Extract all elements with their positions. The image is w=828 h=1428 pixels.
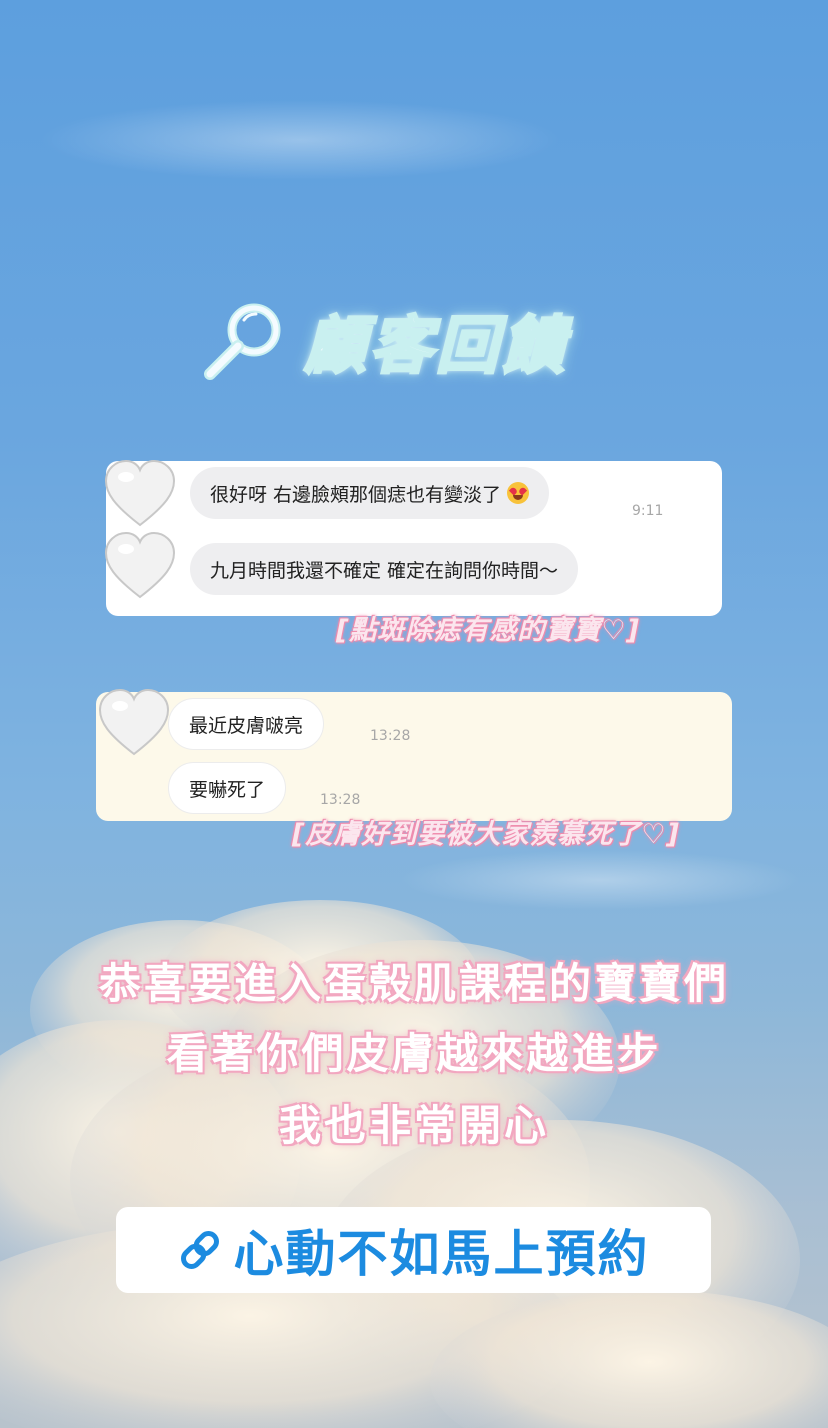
magnifier-icon: [204, 303, 281, 380]
white-heart-icon: [104, 531, 176, 599]
message-text: 九月時間我還不確定 確定在詢問你時間～: [210, 559, 559, 582]
congrats-line-2: 看著你們皮膚越來越進步: [166, 1029, 662, 1078]
message-bubble: 最近皮膚啵亮: [168, 698, 325, 750]
message-text: 很好呀 右邊臉頰那個痣也有變淡了: [210, 483, 502, 506]
chat-screenshot-2: 最近皮膚啵亮 13:28 要嚇死了 13:28: [96, 688, 732, 821]
message-time: 13:28: [320, 792, 361, 808]
message-time: 13:28: [370, 728, 411, 744]
booking-link-label: 心動不如馬上預約: [233, 1225, 650, 1283]
message-text: 最近皮膚啵亮: [189, 714, 304, 737]
page-title: 顧客回饋: [302, 308, 569, 384]
message-time: 9:11: [632, 503, 664, 519]
chat-screenshot-1: 很好呀 右邊臉頰那個痣也有變淡了 9:11 九月時間我還不確定 確定在詢問你時間…: [104, 459, 722, 616]
message-bubble: 要嚇死了: [168, 762, 287, 814]
message-bubble: 九月時間我還不確定 確定在詢問你時間～: [190, 543, 579, 595]
white-heart-icon: [98, 688, 170, 756]
booking-link-button[interactable]: 心動不如馬上預約: [116, 1207, 711, 1293]
caption-2: [皮膚好到要被大家羨慕死了♡]: [292, 819, 680, 850]
title-block: 顧客回饋: [200, 290, 640, 390]
white-heart-icon: [104, 459, 176, 527]
message-bubble: 很好呀 右邊臉頰那個痣也有變淡了: [190, 467, 550, 519]
caption-1: [點斑除痣有感的寶寶♡]: [336, 615, 640, 646]
congrats-line-3: 我也非常開心: [278, 1101, 549, 1150]
link-icon: [180, 1231, 219, 1269]
congrats-line-1: 恭喜要進入蛋殼肌課程的寶寶們: [98, 959, 729, 1008]
heart-eyes-emoji: [507, 482, 530, 504]
message-text: 要嚇死了: [189, 778, 266, 801]
